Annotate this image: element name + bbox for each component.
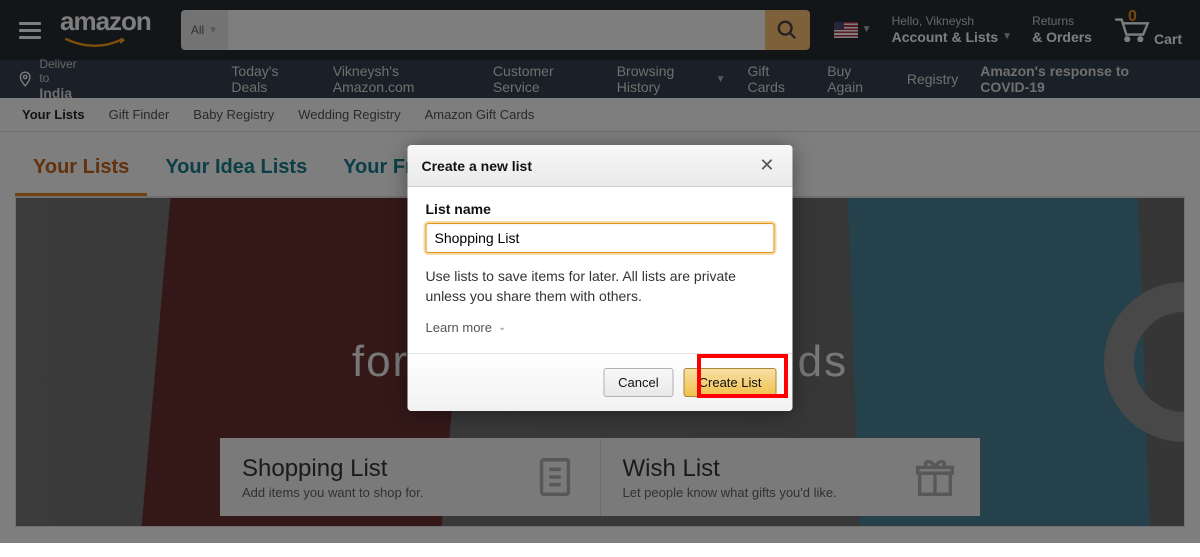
- modal-footer: Cancel Create List: [408, 353, 793, 411]
- learn-more-toggle[interactable]: Learn more ⌄: [426, 320, 775, 335]
- create-list-modal: Create a new list ✕ List name Use lists …: [408, 145, 793, 411]
- modal-close-button[interactable]: ✕: [755, 155, 778, 176]
- list-name-input[interactable]: [426, 223, 775, 253]
- learn-more-label: Learn more: [426, 320, 492, 335]
- modal-help-text: Use lists to save items for later. All l…: [426, 267, 775, 306]
- modal-title: Create a new list: [422, 158, 533, 174]
- create-list-button[interactable]: Create List: [684, 368, 777, 397]
- chevron-down-icon: ⌄: [498, 322, 506, 333]
- modal-body: List name Use lists to save items for la…: [408, 187, 793, 353]
- modal-header: Create a new list ✕: [408, 145, 793, 187]
- close-icon: ✕: [759, 155, 774, 175]
- cancel-button[interactable]: Cancel: [603, 368, 673, 397]
- list-name-label: List name: [426, 201, 775, 217]
